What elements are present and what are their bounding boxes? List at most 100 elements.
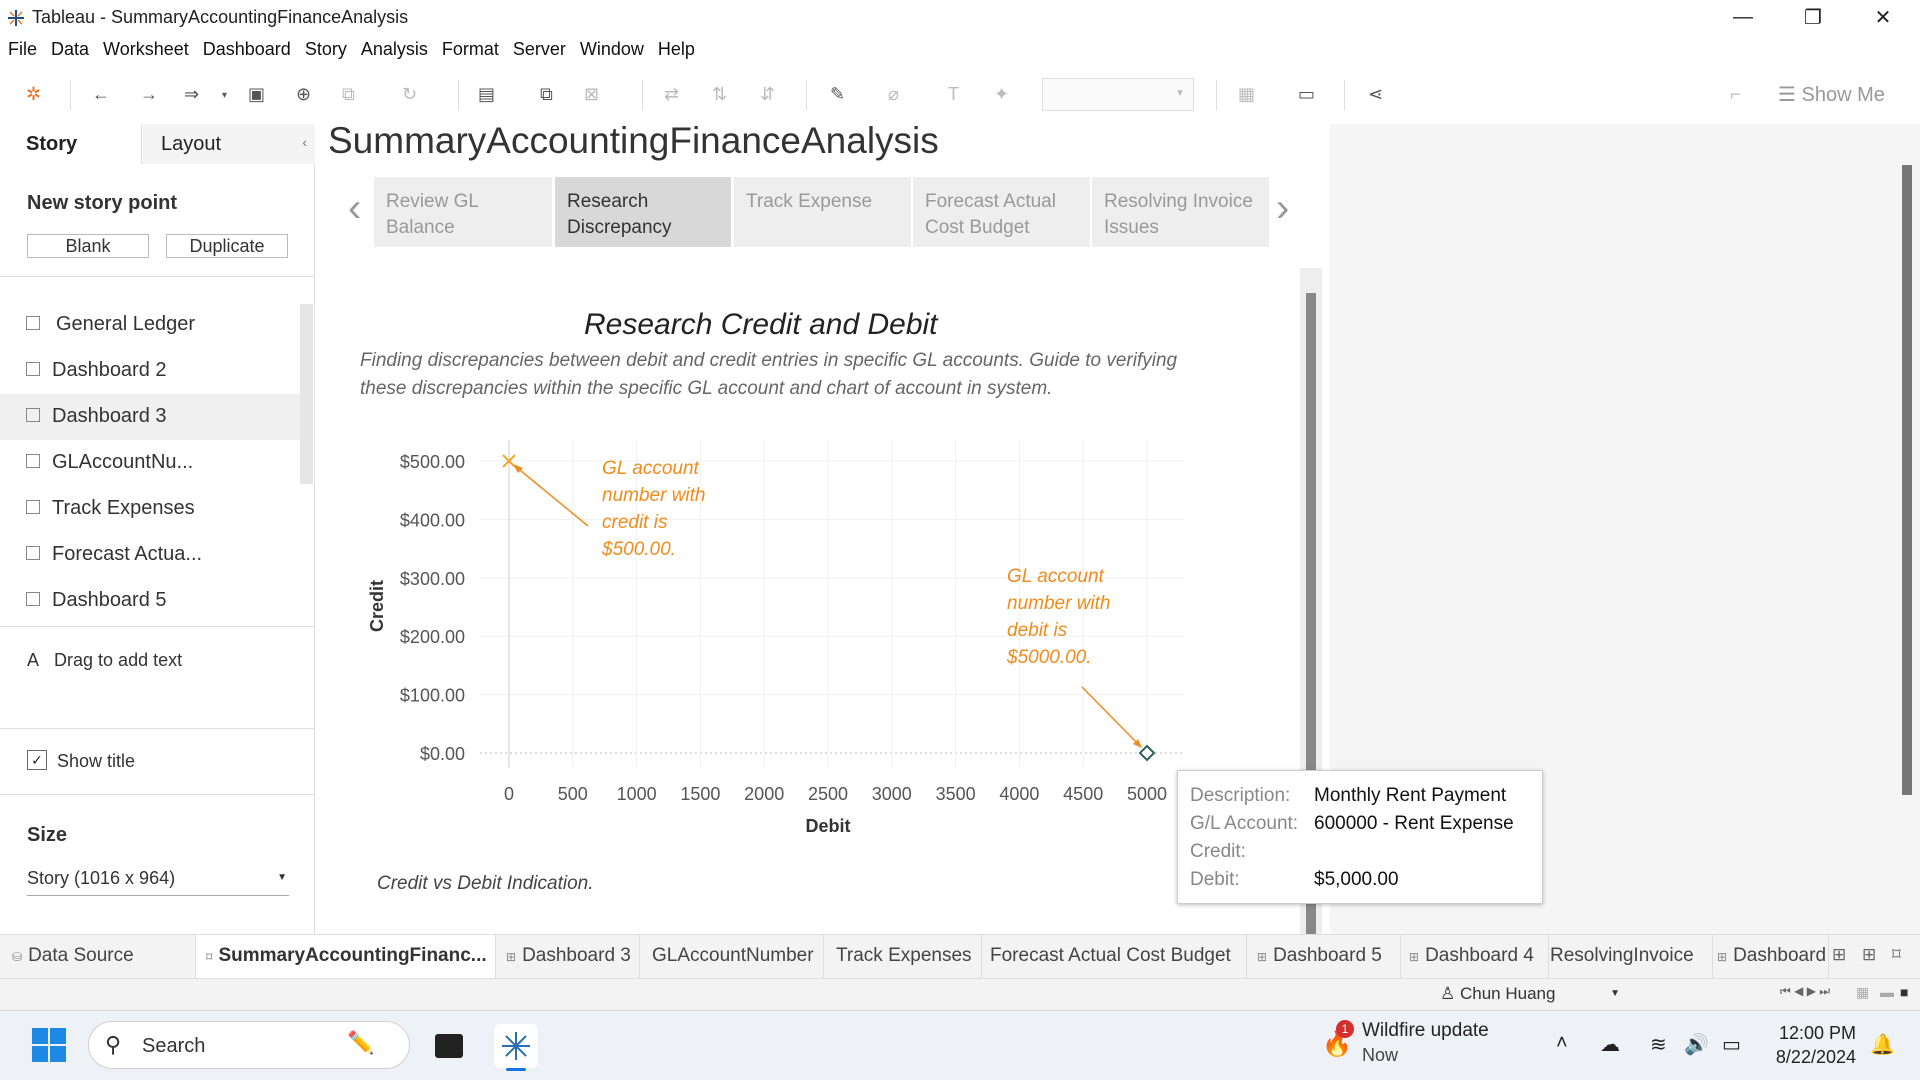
dashboard-icon: ⊞ (1717, 950, 1728, 964)
tab-label: Track Expenses (836, 945, 972, 966)
annotation-credit-text: number with (602, 485, 706, 506)
search-label: Search (142, 1035, 206, 1057)
wifi-icon[interactable]: ≋ (1650, 1032, 1667, 1057)
tab-worksheet[interactable]: Track Expenses (824, 935, 982, 979)
tab-label: SummaryAccountingFinanc... (218, 945, 487, 966)
tab-label: Dashboard 4 (1425, 945, 1534, 966)
tray-overflow-icon[interactable]: ˄ (1556, 1032, 1568, 1055)
x-tick-label: 5000 (1127, 784, 1167, 804)
y-tick-label: $300.00 (400, 569, 465, 589)
annotation-credit-text: $500.00. (601, 539, 676, 560)
tooltip-value: 600000 - Rent Expense (1314, 813, 1514, 834)
volume-icon[interactable]: 🔊 (1684, 1032, 1709, 1057)
battery-icon[interactable]: ▭ (1722, 1032, 1741, 1057)
notification-badge: 1 (1336, 1020, 1354, 1038)
taskbar-app-terminal[interactable] (428, 1024, 472, 1068)
annotation-debit-text: GL account (1007, 566, 1105, 587)
taskbar-search[interactable]: ⚲ Search ✏️ (88, 1021, 410, 1069)
tab-data-source[interactable]: ⛁ Data Source (0, 935, 196, 979)
x-tick-label: 1000 (617, 784, 657, 804)
dashboard-icon: ⊞ (1257, 950, 1268, 964)
tooltip-key: G/L Account: (1190, 813, 1299, 834)
onedrive-icon[interactable]: ☁ (1600, 1032, 1620, 1057)
x-tick-label: 0 (504, 784, 514, 804)
tab-label: Forecast Actual Cost Budget (990, 945, 1231, 966)
system-clock[interactable]: 12:00 PM 8/22/2024 (1770, 1021, 1856, 1069)
tab-dashboard[interactable]: ⊞ Dashboard 3 (496, 935, 640, 979)
filmstrip-icon[interactable]: ▬ (1880, 984, 1894, 1000)
start-tile (32, 1046, 48, 1062)
x-tick-label: 4500 (1063, 784, 1103, 804)
tooltip-row: Credit: (1190, 841, 1246, 863)
story-icon: ⌑ (206, 950, 213, 964)
tabs-view-icon[interactable]: ■ (1900, 984, 1908, 1000)
annotation-credit-text: credit is (602, 512, 668, 533)
new-dashboard-tab-icon[interactable]: ⊞ (1862, 945, 1876, 965)
windows-start-icon[interactable] (32, 1028, 66, 1062)
active-app-indicator (506, 1068, 526, 1071)
database-icon: ⛁ (12, 950, 23, 964)
data-point-diamond (1138, 744, 1156, 762)
x-tick-label: 3500 (936, 784, 976, 804)
chevron-down-icon: ▼ (1610, 988, 1620, 999)
tab-label: Dashboard (1733, 945, 1827, 966)
tooltip-row: G/L Account: 600000 - Rent Expense (1190, 813, 1514, 835)
taskbar-app-tableau[interactable] (494, 1024, 538, 1071)
tab-dashboard[interactable]: ⊞ Dashboard 4 (1401, 935, 1549, 979)
notification-center-icon[interactable]: 🔔 (1870, 1032, 1895, 1057)
credit-debit-scatter-chart: $0.00 $100.00 $200.00 $300.00 $400.00 $500.00… (367, 440, 1185, 836)
x-axis-label: Debit (806, 816, 851, 836)
tab-label: Data Source (28, 945, 134, 966)
annotation-arrow-debit (1081, 686, 1142, 748)
annotation-arrow-credit (514, 465, 589, 527)
tooltip-row: Description: Monthly Rent Payment (1190, 785, 1506, 807)
tab-label: GLAccountNumber (652, 945, 814, 966)
mark-tooltip: Description: Monthly Rent Payment G/L Acc… (1177, 770, 1543, 904)
notification-title: Wildfire update (1362, 1020, 1489, 1041)
start-tile (50, 1046, 66, 1062)
tab-dashboard[interactable]: ⊞ Dashboard (1713, 935, 1829, 979)
new-worksheet-tab-icon[interactable]: ⊞ (1832, 945, 1846, 965)
user-icon: ♙ (1440, 984, 1460, 1003)
tab-story-active[interactable]: ⌑ SummaryAccountingFinanc... (196, 935, 496, 979)
tooltip-key: Description: (1190, 785, 1291, 806)
tab-worksheet[interactable]: GLAccountNumber (640, 935, 824, 979)
sheet-sorter-icon[interactable]: ▦ (1856, 984, 1869, 1001)
dashboard-icon: ⊞ (506, 950, 517, 964)
tab-worksheet[interactable]: Forecast Actual Cost Budget (982, 935, 1247, 979)
annotation-credit-text: GL account (602, 458, 700, 479)
search-highlight-icon: ✏️ (347, 1030, 375, 1055)
tableau-taskbar-icon (502, 1032, 530, 1060)
y-axis-label: Credit (367, 580, 387, 632)
terminal-icon (435, 1034, 463, 1058)
user-name: Chun Huang (1459, 984, 1556, 1003)
sheet-navigation-icon[interactable]: ⏮ ◀ ▶ ⏭ (1780, 984, 1830, 999)
annotation-debit-text: $5000.00. (1006, 647, 1092, 668)
app-window: { "window": { "title": "Tableau - Summar… (0, 0, 1920, 1080)
tab-worksheet[interactable]: ResolvingInvoice (1549, 935, 1713, 979)
x-tick-label: 2000 (744, 784, 784, 804)
annotation-debit-text: debit is (1007, 620, 1068, 641)
search-icon: ⚲ (105, 1032, 122, 1057)
user-menu[interactable]: ♙ Chun Huang ▼ (1440, 978, 1620, 1010)
notification-subtitle: Now (1362, 1045, 1399, 1065)
x-tick-label: 500 (558, 784, 588, 804)
y-tick-label: $200.00 (400, 627, 465, 647)
clock-time: 12:00 PM (1778, 1023, 1856, 1043)
tab-label: Dashboard 3 (522, 945, 631, 966)
tab-label: ResolvingInvoice (1550, 945, 1694, 966)
start-tile (50, 1028, 66, 1044)
new-story-tab-icon[interactable]: ⌑ (1892, 945, 1901, 965)
sheet-tab-bar: ⛁ Data Source ⌑ SummaryAccountingFinanc...… (0, 934, 1920, 979)
y-tick-label: $400.00 (400, 510, 465, 530)
weather-notification[interactable]: 🔥 1 Wildfire update Now (1318, 1018, 1528, 1070)
tooltip-value: Monthly Rent Payment (1314, 785, 1507, 806)
x-tick-label: 1500 (680, 784, 720, 804)
annotation-debit-text: number with (1007, 593, 1111, 614)
tooltip-row: Debit: $5,000.00 (1190, 869, 1399, 891)
tooltip-key: Credit: (1190, 841, 1246, 862)
x-tick-label: 3000 (872, 784, 912, 804)
tab-dashboard[interactable]: ⊞ Dashboard 5 (1247, 935, 1401, 979)
y-tick-label: $500.00 (400, 452, 465, 472)
y-tick-label: $0.00 (420, 744, 465, 764)
